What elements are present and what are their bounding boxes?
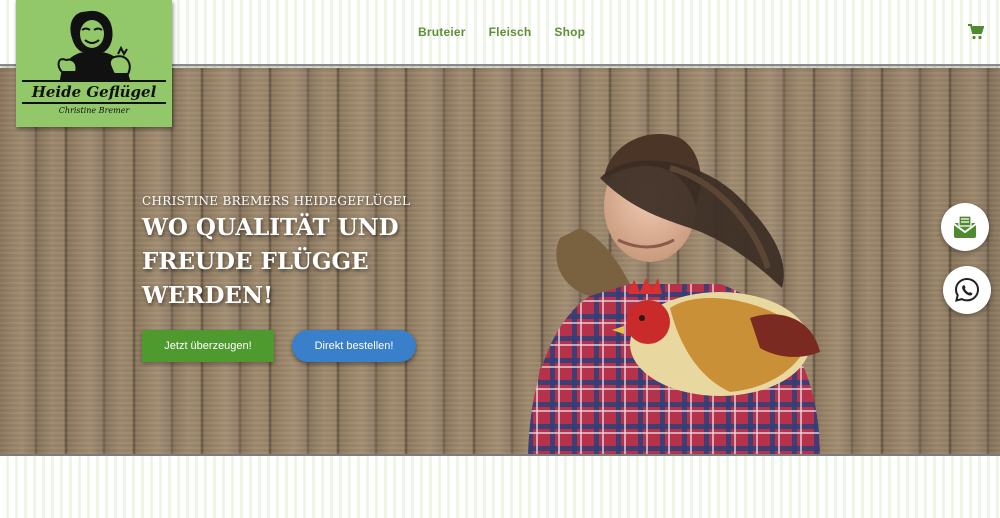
convince-button[interactable]: Jetzt überzeugen! — [142, 330, 274, 362]
mail-icon — [953, 215, 977, 238]
logo-divider-bottom — [22, 102, 166, 104]
hero-photo-woman-with-rooster — [528, 134, 820, 454]
logo-portrait-image — [57, 10, 131, 80]
whatsapp-button[interactable] — [943, 266, 991, 314]
main-nav: Bruteier Fleisch Shop — [418, 25, 608, 39]
contact-mail-button[interactable] — [941, 203, 989, 251]
cart-icon[interactable] — [968, 24, 985, 40]
nav-item-fleisch[interactable]: Fleisch — [489, 25, 532, 39]
logo-title: Heide Geflügel — [31, 83, 157, 101]
order-button[interactable]: Direkt bestellen! — [292, 330, 416, 362]
nav-item-bruteier[interactable]: Bruteier — [418, 25, 466, 39]
logo-subtitle: Christine Bremer — [58, 106, 130, 115]
hero-kicker: CHRISTINE BREMERS HEIDEGEFLÜGEL — [142, 194, 411, 208]
site-logo[interactable]: Heide Geflügel Christine Bremer — [16, 0, 172, 127]
whatsapp-icon — [954, 277, 980, 302]
nav-item-shop[interactable]: Shop — [554, 25, 585, 39]
logo-divider-top — [22, 80, 166, 82]
hero-headline: WO QUALITÄT UND FREUDE FLÜGGE WERDEN! — [142, 214, 399, 309]
